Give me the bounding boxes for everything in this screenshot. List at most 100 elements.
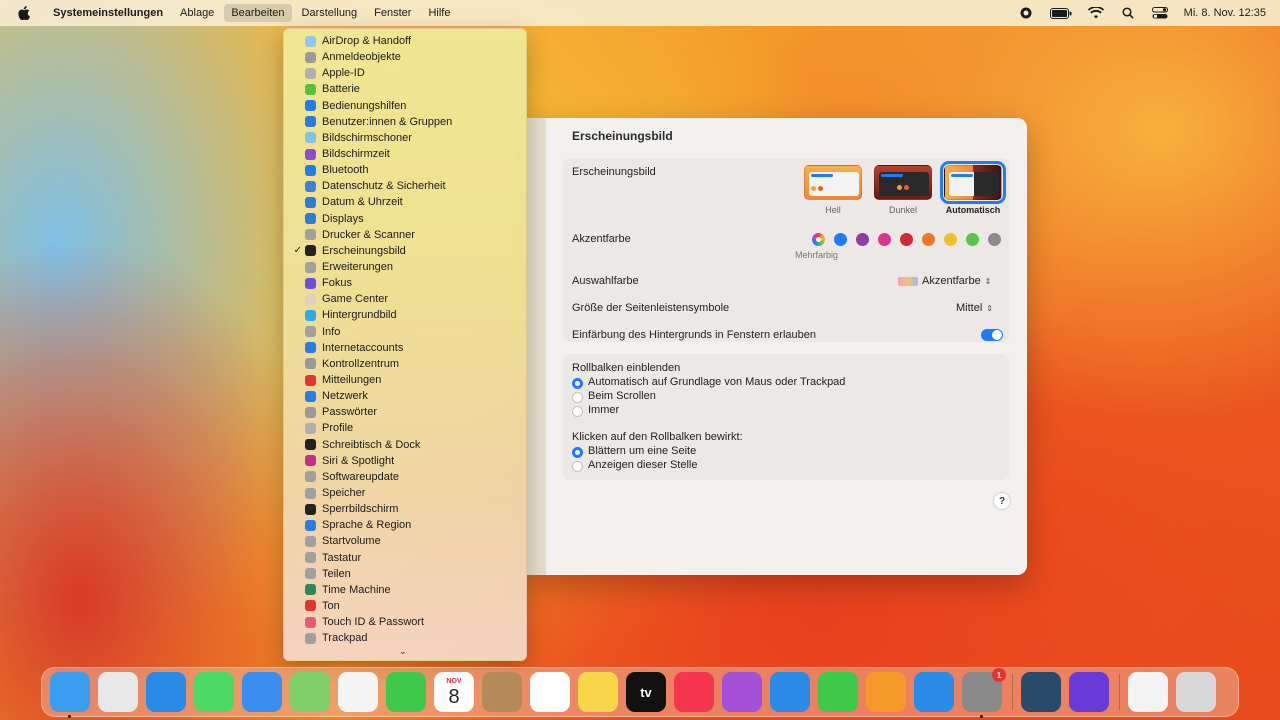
accent-purple-swatch[interactable]	[856, 233, 869, 246]
menu-item[interactable]: Sprache & Region	[284, 517, 528, 533]
notes-icon[interactable]	[578, 672, 618, 712]
reminders-icon[interactable]	[530, 672, 570, 712]
scrollbars-auto-radio[interactable]	[572, 378, 583, 389]
menu-item[interactable]: Kontrollzentrum	[284, 356, 528, 372]
menu-item[interactable]: Touch ID & Passwort	[284, 614, 528, 630]
scrollbars-always-label[interactable]: Immer	[588, 404, 619, 416]
quicktime-icon[interactable]	[1021, 672, 1061, 712]
system-settings-icon[interactable]: 1	[962, 668, 1006, 718]
appearance-auto-option[interactable]	[940, 161, 1006, 204]
scrollbars-scrolling-radio[interactable]	[572, 392, 583, 403]
menu-item[interactable]: Erweiterungen	[284, 259, 528, 275]
messages-icon[interactable]	[194, 672, 234, 712]
scrollbars-always-radio[interactable]	[572, 406, 583, 417]
menu-item[interactable]: Softwareupdate	[284, 469, 528, 485]
keynote-icon[interactable]	[770, 672, 810, 712]
menu-item[interactable]: Fokus	[284, 275, 528, 291]
app-store-icon[interactable]	[914, 672, 954, 712]
music-icon[interactable]	[674, 672, 714, 712]
menu-item[interactable]: Bildschirmzeit	[284, 146, 528, 162]
menu-item[interactable]: Passwörter	[284, 404, 528, 420]
facetime-icon[interactable]	[386, 672, 426, 712]
menu-item[interactable]: Ton	[284, 598, 528, 614]
contacts-icon[interactable]	[482, 672, 522, 712]
finder-icon[interactable]	[50, 672, 90, 718]
menu-item[interactable]: Info	[284, 324, 528, 340]
accent-multicolor-swatch[interactable]	[812, 233, 825, 246]
accent-yellow-swatch[interactable]	[944, 233, 957, 246]
menu-item[interactable]: Benutzer:innen & Gruppen	[284, 114, 528, 130]
menu-item[interactable]: Speicher	[284, 485, 528, 501]
menu-clock[interactable]: Mi. 8. Nov. 12:35	[1184, 7, 1266, 19]
menu-item[interactable]: Displays	[284, 211, 528, 227]
menu-item[interactable]: Trackpad	[284, 630, 528, 646]
menu-item[interactable]: Hintergrundbild	[284, 307, 528, 323]
tv-icon[interactable]: tv	[626, 672, 666, 712]
click-spot-radio[interactable]	[572, 461, 583, 472]
wifi-icon[interactable]	[1087, 7, 1104, 19]
menu-bearbeiten[interactable]: Bearbeiten	[224, 4, 292, 22]
menu-app-name[interactable]: Systemeinstellungen	[46, 4, 170, 22]
accent-pink-swatch[interactable]	[878, 233, 891, 246]
menu-item[interactable]: Profile	[284, 420, 528, 436]
menu-item[interactable]: Apple-ID	[284, 65, 528, 81]
menu-fenster[interactable]: Fenster	[367, 4, 418, 22]
tinting-toggle[interactable]	[981, 329, 1003, 341]
menu-item[interactable]: Tastatur	[284, 550, 528, 566]
spotlight-search-icon[interactable]	[1120, 7, 1136, 19]
accent-graphite-swatch[interactable]	[988, 233, 1001, 246]
appearance-light-option[interactable]	[804, 165, 862, 200]
scrollbars-scrolling-label[interactable]: Beim Scrollen	[588, 390, 656, 402]
menu-item[interactable]: Bedienungshilfen	[284, 98, 528, 114]
maps-icon[interactable]	[290, 672, 330, 712]
control-center-icon[interactable]	[1151, 7, 1168, 19]
menu-item[interactable]: Teilen	[284, 566, 528, 582]
menu-item[interactable]: Netzwerk	[284, 388, 528, 404]
menu-item[interactable]: Schreibtisch & Dock	[284, 437, 528, 453]
calendar-icon[interactable]: NOV 8	[434, 672, 474, 712]
photos-icon[interactable]	[338, 672, 378, 712]
accent-blue-swatch[interactable]	[834, 233, 847, 246]
menu-item[interactable]: Datenschutz & Sicherheit	[284, 178, 528, 194]
click-spot-label[interactable]: Anzeigen dieser Stelle	[588, 459, 697, 471]
menu-item[interactable]: Sperrbildschirm	[284, 501, 528, 517]
menu-item[interactable]: Datum & Uhrzeit	[284, 194, 528, 210]
accent-orange-swatch[interactable]	[922, 233, 935, 246]
accent-green-swatch[interactable]	[966, 233, 979, 246]
click-page-radio[interactable]	[572, 447, 583, 458]
menu-item[interactable]: Time Machine	[284, 582, 528, 598]
downloads-icon[interactable]	[1128, 672, 1168, 712]
accent-red-swatch[interactable]	[900, 233, 913, 246]
battery-icon[interactable]	[1049, 7, 1072, 19]
mail-icon[interactable]	[242, 672, 282, 712]
scroll-down-chevron-icon[interactable]: ⌄	[399, 646, 407, 657]
help-button[interactable]: ?	[993, 492, 1011, 510]
click-page-label[interactable]: Blättern um eine Seite	[588, 445, 696, 457]
menu-item[interactable]: Internetaccounts	[284, 340, 528, 356]
menu-hilfe[interactable]: Hilfe	[421, 4, 457, 22]
menu-item[interactable]: Bildschirmschoner	[284, 130, 528, 146]
imovie-icon[interactable]	[1069, 672, 1109, 712]
appearance-dark-option[interactable]	[874, 165, 932, 200]
trash-icon[interactable]	[1176, 672, 1216, 712]
numbers-icon[interactable]	[818, 672, 858, 712]
menu-item[interactable]: Startvolume	[284, 533, 528, 549]
menu-item[interactable]: Drucker & Scanner	[284, 227, 528, 243]
menu-item[interactable]: Siri & Spotlight	[284, 453, 528, 469]
menu-ablage[interactable]: Ablage	[173, 4, 221, 22]
highlight-popup[interactable]: Akzentfarbe ⇕	[898, 275, 991, 287]
scrollbars-auto-label[interactable]: Automatisch auf Grundlage von Maus oder …	[588, 376, 845, 388]
menu-item[interactable]: ✓ Erscheinungsbild	[284, 243, 528, 259]
menu-item[interactable]: Batterie	[284, 81, 528, 97]
menu-darstellung[interactable]: Darstellung	[295, 4, 365, 22]
apple-menu-icon[interactable]	[14, 6, 34, 20]
sidebar-icon-size-popup[interactable]: Mittel ⇕	[956, 302, 993, 314]
podcasts-icon[interactable]	[722, 672, 762, 712]
record-icon[interactable]	[1018, 7, 1034, 19]
menu-item[interactable]: AirDrop & Handoff	[284, 33, 528, 49]
pages-icon[interactable]	[866, 672, 906, 712]
menu-item[interactable]: Anmeldeobjekte	[284, 49, 528, 65]
launchpad-icon[interactable]	[98, 672, 138, 712]
menu-item[interactable]: Mitteilungen	[284, 372, 528, 388]
menu-item[interactable]: Game Center	[284, 291, 528, 307]
